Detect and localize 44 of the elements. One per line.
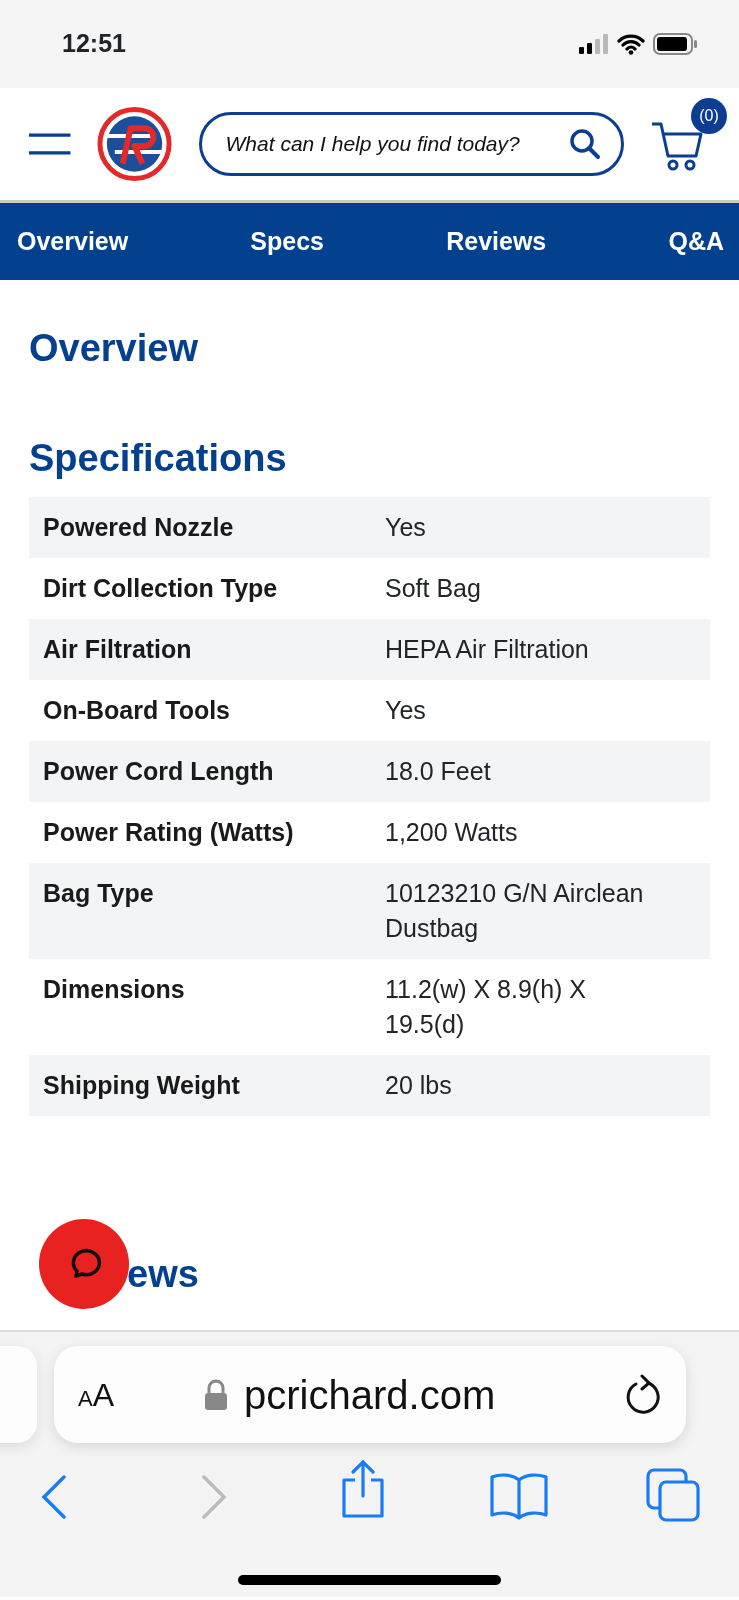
url-text: pcrichard.com xyxy=(244,1371,496,1419)
cart-count-badge: (0) xyxy=(691,98,727,134)
spec-value: 11.2(w) X 8.9(h) X 19.5(d) xyxy=(371,959,710,1056)
spec-value: 10123210 G/N Airclean Dustbag xyxy=(371,863,710,960)
menu-icon[interactable] xyxy=(28,133,72,155)
spec-value: Yes xyxy=(371,497,710,559)
search-icon[interactable] xyxy=(568,128,601,160)
spec-value: Soft Bag xyxy=(371,558,710,620)
lock-icon xyxy=(204,1378,229,1411)
text-size-button[interactable]: AA xyxy=(78,1370,115,1419)
spec-label: On-Board Tools xyxy=(29,680,371,742)
spec-label: Bag Type xyxy=(29,863,371,960)
reload-icon[interactable] xyxy=(624,1373,662,1416)
logo-icon[interactable] xyxy=(97,106,173,182)
spec-label: Shipping Weight xyxy=(29,1055,371,1117)
spec-value: 20 lbs xyxy=(371,1055,710,1117)
section-tab[interactable]: Specs xyxy=(250,222,325,261)
spec-value: 18.0 Feet xyxy=(371,741,710,803)
section-tab[interactable]: Reviews xyxy=(446,222,547,261)
share-icon[interactable] xyxy=(340,1460,386,1518)
signal-icon xyxy=(579,34,609,54)
search-field[interactable]: What can I help you find today? xyxy=(223,127,569,161)
status-time: 12:51 xyxy=(62,28,126,60)
section-heading: Specifications xyxy=(29,435,288,481)
address-bar[interactable]: AA pcrichard.com xyxy=(54,1346,686,1443)
search-bar[interactable]: What can I help you find today? xyxy=(198,112,624,176)
spec-value: 1,200 Watts xyxy=(371,802,710,864)
section-heading: Overview xyxy=(29,326,199,371)
spec-value: Yes xyxy=(371,680,710,742)
section-tab[interactable]: Q&A xyxy=(668,222,724,261)
spec-label: Dimensions xyxy=(29,959,371,1056)
wifi-icon xyxy=(617,33,645,55)
spec-label: Power Cord Length xyxy=(29,741,371,803)
spec-value: HEPA Air Filtration xyxy=(371,619,710,681)
battery-icon xyxy=(653,33,699,55)
section-heading: ews xyxy=(127,1252,199,1298)
bookmarks-icon[interactable] xyxy=(490,1472,548,1520)
section-tab[interactable]: Overview xyxy=(17,222,129,261)
spec-label: Dirt Collection Type xyxy=(29,558,371,620)
tabs-icon[interactable] xyxy=(646,1468,700,1522)
spec-label: Air Filtration xyxy=(29,619,371,681)
back-icon[interactable] xyxy=(40,1475,68,1519)
spec-label: Powered Nozzle xyxy=(29,497,371,559)
spec-label: Power Rating (Watts) xyxy=(29,802,371,864)
